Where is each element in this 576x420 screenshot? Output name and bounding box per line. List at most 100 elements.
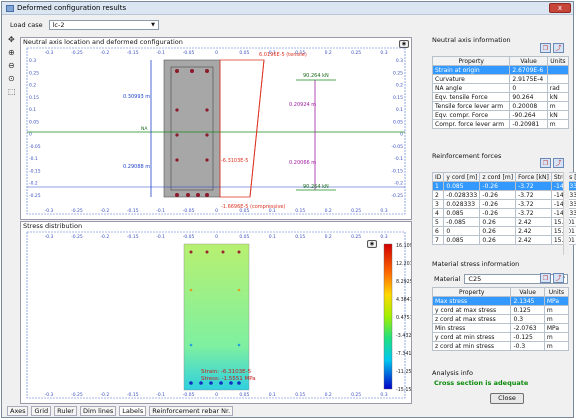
table-cell: rad <box>546 83 570 93</box>
table-cell: 0.125 <box>510 305 545 315</box>
copy-icon[interactable]: ❐ <box>540 158 551 168</box>
column-header[interactable]: Property <box>431 287 512 297</box>
na-info-row[interactable]: Strain at origin 2.6709E-6 <box>431 65 570 75</box>
stress-distribution-panel[interactable]: Stress distribution ◉ -0.3 -0.3 -0.25 -0… <box>20 221 412 404</box>
table-cell: -0.26 <box>479 190 517 200</box>
table-cell: -2.0763 <box>510 323 545 333</box>
reinf-row[interactable]: 5-0.0850.262.4215.701 <box>431 217 576 227</box>
x-tick-label: -0.1 <box>156 392 165 398</box>
material-row[interactable]: Max stress 2.1345 MPa <box>431 296 570 306</box>
close-button[interactable]: Close <box>490 393 524 404</box>
tab-dim-lines[interactable]: Dim lines <box>79 406 117 416</box>
x-tick-label: 0.1 <box>269 392 276 398</box>
tab-labels[interactable]: Labels <box>119 406 147 416</box>
table-cell: y cord at min stress <box>431 332 512 342</box>
reinf-row[interactable]: 600.262.4215.701 <box>431 226 576 236</box>
column-header[interactable]: Property <box>431 56 511 66</box>
column-header[interactable]: Units <box>546 56 570 66</box>
x-tick-label: -0.3 <box>45 234 54 240</box>
select-icon[interactable]: ⬚ <box>8 88 18 96</box>
color-bar-label: -15.158 <box>396 387 411 393</box>
svg-text:-1.6696E-5 (compressive): -1.6696E-5 (compressive) <box>221 204 285 210</box>
x-tick-label: 0 <box>215 208 218 214</box>
x-tick-label: 0.25 <box>351 392 361 398</box>
table-cell: 0.085 <box>443 235 481 245</box>
zoom-in-icon[interactable]: ⊕ <box>8 49 18 57</box>
na-info-row[interactable]: Curvature 2.9175E-4 <box>431 74 570 84</box>
load-case-value: lc-2 <box>52 21 65 29</box>
neutral-axis-info-title: Neutral axis information <box>432 36 511 44</box>
table-cell: -0.028333 <box>443 190 481 200</box>
column-header[interactable]: Force [kN] <box>515 172 552 182</box>
material-row[interactable]: Min stress -2.0763 MPa <box>431 323 570 333</box>
table-cell <box>546 65 570 75</box>
na-info-row[interactable]: Eqv. tensile Force 90.264 kN <box>431 92 570 102</box>
move-icon[interactable]: ✥ <box>8 36 18 44</box>
tab-axes[interactable]: Axes <box>7 406 29 416</box>
na-info-row[interactable]: Tensile force lever arm 0.20008 m <box>431 101 570 111</box>
material-row[interactable]: y cord at max stress 0.125 m <box>431 305 570 315</box>
table-cell: kN <box>546 110 570 120</box>
x-tick-label: -0.1 <box>156 208 165 214</box>
table-cell: 7 <box>431 235 445 245</box>
reinf-row[interactable]: 2-0.028333-0.26-3.72-14.633 <box>431 190 576 200</box>
x-tick-label: 0.2 <box>325 50 332 56</box>
table-cell: 5 <box>431 217 445 227</box>
reinf-row[interactable]: 70.0850.262.4215.701 <box>431 235 576 245</box>
export-icon[interactable]: ⤴ <box>553 43 564 53</box>
zoom-fit-icon[interactable]: ⊙ <box>8 75 18 83</box>
tab-ruler[interactable]: Ruler <box>54 406 77 416</box>
table-cell: m <box>543 305 570 315</box>
table-cell: 0.085 <box>443 181 481 191</box>
load-case-label: Load case <box>10 21 43 29</box>
table-cell: 0 <box>443 226 481 236</box>
table-cell: -0.125 <box>510 332 545 342</box>
column-header[interactable]: z cord [m] <box>479 172 517 182</box>
column-header[interactable]: Value <box>510 287 545 297</box>
material-table: Property Value Units Max stress 2.1345 MPa y c… <box>431 287 570 351</box>
table-cell: 2.42 <box>515 235 552 245</box>
export-icon[interactable]: ⤴ <box>553 158 564 168</box>
table-cell: Compr. force lever arm <box>431 119 511 129</box>
y-tick-label: 0 <box>400 132 403 138</box>
svg-text:NA: NA <box>141 126 148 132</box>
color-bar <box>383 243 393 390</box>
table-cell: 2.1345 <box>510 296 545 306</box>
reinf-row[interactable]: 40.085-0.26-3.72-14.633 <box>431 208 576 218</box>
material-row[interactable]: y cord at min stress -0.125 m <box>431 332 570 342</box>
na-info-row[interactable]: Eqv. compr. Force -90.264 kN <box>431 110 570 120</box>
tab-reinforcement-rebar-nr-[interactable]: Reinforcement rebar Nr. <box>149 406 234 416</box>
material-row[interactable]: z cord at min stress -0.3 m <box>431 341 570 351</box>
y-tick-label: -0.25 <box>391 193 403 199</box>
reinf-row[interactable]: 30.028333-0.26-3.72-14.633 <box>431 199 576 209</box>
x-tick-label: 0.05 <box>239 50 249 56</box>
reinf-row[interactable]: 10.085-0.26-3.72-14.633 <box>431 181 576 191</box>
neutral-axis-panel[interactable]: Neutral axis location and deformed confi… <box>20 37 412 220</box>
export-icon[interactable]: ⤴ <box>553 273 564 283</box>
x-tick-label: -0.15 <box>127 50 139 56</box>
column-header[interactable]: Value <box>509 56 548 66</box>
reinf-scrollbar[interactable] <box>563 172 569 255</box>
table-cell: 0.3 <box>510 314 545 324</box>
na-info-row[interactable]: NA angle 0 rad <box>431 83 570 93</box>
table-cell: 2.9175E-4 <box>509 74 548 84</box>
column-header[interactable]: ID <box>431 172 445 182</box>
zoom-out-icon[interactable]: ⊖ <box>8 62 18 70</box>
table-cell: Eqv. compr. Force <box>431 110 511 120</box>
table-cell: Strain at origin <box>431 65 511 75</box>
window-close-button[interactable]: x <box>549 3 571 13</box>
y-tick-label: -0.05 <box>391 144 403 150</box>
x-tick-label: 0.25 <box>351 50 361 56</box>
copy-icon[interactable]: ❐ <box>540 43 551 53</box>
table-cell: 4 <box>431 208 445 218</box>
table-cell: 2.42 <box>515 226 552 236</box>
copy-icon[interactable]: ❐ <box>540 273 551 283</box>
na-info-row[interactable]: Compr. force lever arm -0.20981 m <box>431 119 570 129</box>
material-row[interactable]: z cord at max stress 0.3 m <box>431 314 570 324</box>
column-header[interactable]: Units <box>543 287 570 297</box>
load-case-select[interactable]: lc-2 ▼ <box>48 20 159 30</box>
tab-grid[interactable]: Grid <box>31 406 52 416</box>
svg-text:Strain: -6.3103E-5: Strain: -6.3103E-5 <box>201 369 252 375</box>
x-tick-label: 0.25 <box>351 208 361 214</box>
column-header[interactable]: y cord [m] <box>443 172 481 182</box>
